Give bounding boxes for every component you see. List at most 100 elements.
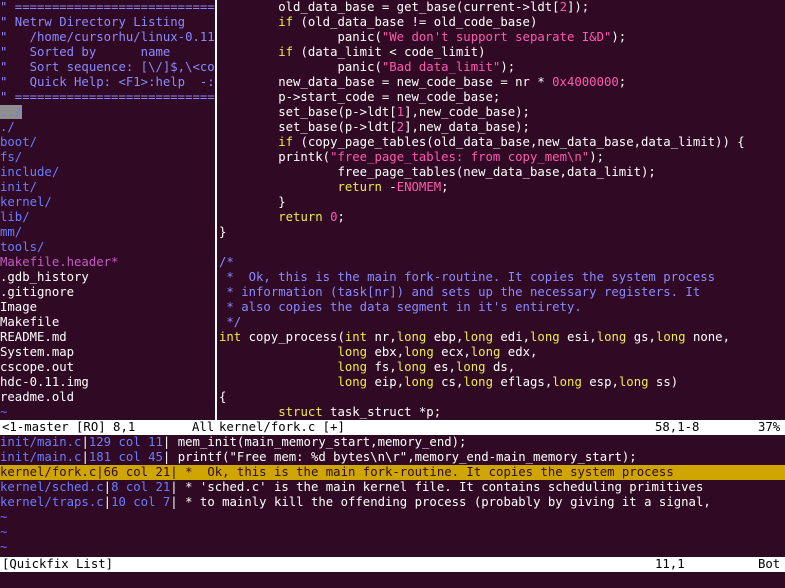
code-token: if: [278, 45, 294, 59]
code-token: ;: [337, 210, 345, 224]
vertical-split-divider[interactable]: [215, 0, 217, 420]
code-line[interactable]: return 0;: [219, 210, 785, 225]
netrw-file[interactable]: .gitignore: [0, 285, 215, 300]
quickfix-status-line[interactable]: [Quickfix List] 11,1 Bot: [0, 557, 785, 572]
quickfix-entry[interactable]: init/main.c|181 col 45| printf("Free mem…: [0, 450, 785, 465]
quickfix-text: printf("Free mem: %d bytes\n\r",memory_e…: [170, 450, 637, 464]
empty-line-tilde: ~: [0, 540, 8, 554]
netrw-dir[interactable]: lib/: [0, 210, 215, 225]
code-line[interactable]: long eip,long cs,long eflags,long esp,lo…: [219, 375, 785, 390]
code-line[interactable]: if (old_data_base != old_code_base): [219, 15, 785, 30]
code-token: esi,: [559, 330, 597, 344]
netrw-dir[interactable]: boot/: [0, 135, 215, 150]
code-line[interactable]: p->start_code = new_code_base;: [219, 90, 785, 105]
code-line[interactable]: {: [219, 390, 785, 405]
command-line[interactable]: [0, 573, 785, 588]
quickfix-separator: |: [170, 480, 178, 494]
code-line[interactable]: old_data_base = get_base(current->ldt[2]…: [219, 0, 785, 15]
code-line[interactable]: long ebx,long ecx,long edx,: [219, 345, 785, 360]
netrw-file[interactable]: readme.old: [0, 390, 215, 405]
netrw-dir[interactable]: include/: [0, 165, 215, 180]
netrw-cursor-entry[interactable]: ../: [0, 105, 23, 119]
code-token: es,: [426, 360, 456, 374]
code-line[interactable]: struct task_struct *p;: [219, 405, 785, 420]
status-all: All: [192, 420, 215, 434]
code-token: panic(: [219, 60, 382, 74]
code-line[interactable]: printk("free_page_tables: from copy_mem\…: [219, 150, 785, 165]
code-token: ;: [618, 75, 627, 89]
code-token: long: [530, 330, 560, 344]
code-line[interactable]: * information (task[nr]) and sets up the…: [219, 285, 785, 300]
code-token: long: [337, 360, 368, 374]
code-token: set_base(p->ldt[: [219, 120, 397, 134]
netrw-header-line: " Quick Help: <F1>:help -:g: [0, 75, 215, 89]
code-line[interactable]: if (data_limit < code_limit): [219, 45, 785, 60]
main-status-line[interactable]: <1-master [RO] 8,1 All kernel/fork.c [+]…: [0, 420, 785, 435]
quickfix-entry[interactable]: init/main.c|129 col 11| mem_init(main_me…: [0, 435, 785, 450]
quickfix-file: init/main.c: [0, 435, 82, 449]
netrw-file[interactable]: cscope.out: [0, 360, 215, 375]
netrw-entry-parent[interactable]: ../: [0, 105, 215, 120]
code-editor-pane[interactable]: old_data_base = get_base(current->ldt[2]…: [219, 0, 785, 420]
code-line[interactable]: set_base(p->ldt[1],new_code_base);: [219, 105, 785, 120]
netrw-file[interactable]: hdc-0.11.img: [0, 375, 215, 390]
code-line[interactable]: panic("We don't support separate I&D");: [219, 30, 785, 45]
netrw-file[interactable]: .gdb_history: [0, 270, 215, 285]
status-filename: kernel/fork.c [+]: [219, 420, 345, 434]
code-line[interactable]: set_base(p->ldt[2],new_data_base);: [219, 120, 785, 135]
netrw-header-line: " Sort sequence: [\/]$,\<cor: [0, 60, 215, 74]
quickfix-entry[interactable]: kernel/sched.c|8 col 21| * 'sched.c' is …: [0, 480, 785, 495]
code-token: panic(: [219, 30, 382, 44]
code-token: 0x4000000: [552, 75, 619, 89]
empty-line-tilde: ~: [0, 510, 8, 524]
code-line[interactable]: int copy_process(int nr,long ebp,long ed…: [219, 330, 785, 345]
netrw-header-line: " ======================================…: [0, 90, 215, 104]
netrw-dir[interactable]: ./: [0, 120, 215, 135]
status-position: 58,1-8: [655, 420, 700, 434]
code-line[interactable]: long fs,long es,long ds,: [219, 360, 785, 375]
netrw-dir[interactable]: kernel/: [0, 195, 215, 210]
code-line[interactable]: [219, 240, 785, 255]
code-token: long: [596, 330, 627, 344]
code-line[interactable]: /*: [219, 255, 785, 270]
netrw-file[interactable]: Makefile.header*: [0, 255, 215, 270]
netrw-pane[interactable]: " ======================================…: [0, 0, 215, 420]
quickfix-entry[interactable]: kernel/traps.c|10 col 7| * to mainly kil…: [0, 495, 785, 510]
code-line[interactable]: new_data_base = new_code_base = nr * 0x4…: [219, 75, 785, 90]
code-token: long: [404, 345, 434, 359]
code-token: if: [278, 15, 294, 29]
code-token: ],new_code_base);: [404, 105, 530, 119]
netrw-file[interactable]: Makefile: [0, 315, 215, 330]
code-line[interactable]: */: [219, 315, 785, 330]
quickfix-list-pane[interactable]: init/main.c|129 col 11| mem_init(main_me…: [0, 435, 785, 555]
code-line[interactable]: }: [219, 225, 785, 240]
code-line[interactable]: if (copy_page_tables(old_data_base,new_d…: [219, 135, 785, 150]
code-line[interactable]: return -ENOMEM;: [219, 180, 785, 195]
netrw-file[interactable]: System.map: [0, 345, 215, 360]
code-token: edi,: [493, 330, 531, 344]
status-percent: 37%: [758, 420, 781, 434]
code-line[interactable]: free_page_tables(new_data_base,data_limi…: [219, 165, 785, 180]
code-line[interactable]: * Ok, this is the main fork-routine. It …: [219, 270, 785, 285]
code-line[interactable]: panic("Bad data_limit");: [219, 60, 785, 75]
code-token: long: [396, 330, 427, 344]
netrw-dir[interactable]: init/: [0, 180, 215, 195]
quickfix-location: 129 col 11: [88, 435, 163, 449]
code-token: ],new_data_base);: [404, 120, 530, 134]
netrw-file[interactable]: Image: [0, 300, 215, 315]
netrw-header-line: " Sorted by name: [0, 45, 171, 59]
netrw-dir[interactable]: mm/: [0, 225, 215, 240]
netrw-file[interactable]: README.md: [0, 330, 215, 345]
quickfix-entry[interactable]: kernel/fork.c|66 col 21| * Ok, this is t…: [0, 465, 785, 480]
quickfix-location: 181 col 45: [88, 450, 163, 464]
netrw-dir[interactable]: fs/: [0, 150, 215, 165]
netrw-dir[interactable]: tools/: [0, 240, 215, 255]
code-line[interactable]: }: [219, 195, 785, 210]
quickfix-file: init/main.c: [0, 450, 82, 464]
code-line[interactable]: * also copies the data segment in it's e…: [219, 300, 785, 315]
